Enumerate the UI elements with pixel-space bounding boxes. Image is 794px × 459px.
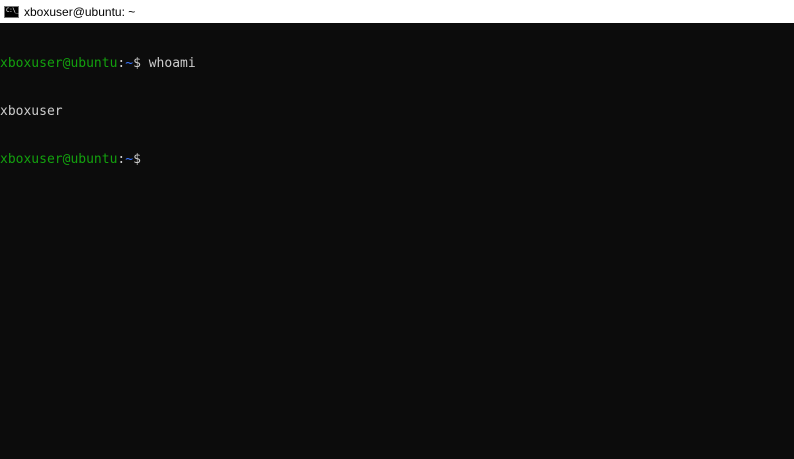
prompt-user-host: xboxuser@ubuntu xyxy=(0,152,118,167)
title-bar[interactable]: xboxuser@ubuntu: ~ xyxy=(0,0,794,23)
output-line: xboxuser xyxy=(0,104,794,120)
command-text: whoami xyxy=(140,56,196,71)
command-output: xboxuser xyxy=(0,104,63,119)
prompt-path: ~ xyxy=(125,152,134,167)
prompt-user-host: xboxuser@ubuntu xyxy=(0,56,118,71)
terminal-window: xboxuser@ubuntu: ~ xboxuser@ubuntu:~$ wh… xyxy=(0,0,794,459)
prompt-line: xboxuser@ubuntu:~$ whoami xyxy=(0,56,794,72)
terminal-console[interactable]: xboxuser@ubuntu:~$ whoami xboxuser xboxu… xyxy=(0,23,794,459)
prompt-line-current[interactable]: xboxuser@ubuntu:~$ xyxy=(0,152,794,168)
console-icon xyxy=(4,5,19,18)
prompt-symbol: $ xyxy=(133,152,141,167)
window-title: xboxuser@ubuntu: ~ xyxy=(24,4,136,19)
prompt-symbol: $ xyxy=(133,56,141,71)
prompt-path: ~ xyxy=(125,56,134,71)
